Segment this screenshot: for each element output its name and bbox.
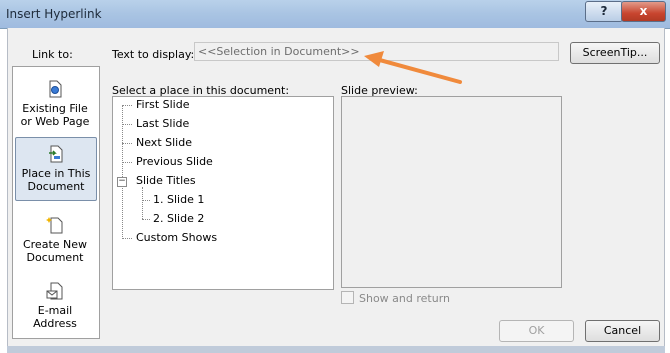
document-place-icon — [49, 145, 63, 163]
close-button[interactable]: x — [621, 1, 666, 22]
tree-item-first-slide[interactable]: First Slide — [136, 97, 190, 113]
document-globe-icon — [49, 80, 62, 98]
tree-item-slide-titles[interactable]: Slide Titles — [136, 173, 196, 189]
tree-connector — [122, 162, 132, 163]
tree-connector — [122, 238, 132, 239]
tree-item-last-slide[interactable]: Last Slide — [136, 116, 189, 132]
nav-create-new-document[interactable]: Create New Document — [15, 215, 95, 264]
nav-email-address[interactable]: E-mail Address — [15, 281, 95, 330]
document-places-tree[interactable]: First Slide Last Slide Next Slide Previo… — [112, 96, 334, 290]
tree-connector — [122, 105, 123, 239]
nav-label: Address — [33, 317, 77, 330]
nav-label: or Web Page — [20, 115, 90, 128]
nav-label: Place in This — [21, 167, 91, 180]
help-button[interactable]: ? — [585, 1, 623, 22]
ok-button[interactable]: OK — [499, 320, 574, 342]
show-and-return-checkbox[interactable]: Show and return — [341, 291, 450, 305]
new-document-icon — [46, 217, 63, 234]
cancel-button[interactable]: Cancel — [585, 320, 660, 342]
screentip-button[interactable]: ScreenTip... — [570, 42, 660, 64]
slide-preview-pane — [341, 96, 562, 288]
text-to-display-label: Text to display: — [112, 48, 195, 61]
show-and-return-label: Show and return — [359, 292, 451, 305]
window-frame-bottom — [7, 346, 665, 353]
tree-connector — [122, 105, 132, 106]
tree-connector — [122, 143, 132, 144]
tree-item-next-slide[interactable]: Next Slide — [136, 135, 192, 151]
window-title: Insert Hyperlink — [6, 7, 102, 21]
tree-item-slide-2[interactable]: 2. Slide 2 — [153, 211, 204, 227]
annotation-arrow — [364, 51, 462, 84]
nav-label: Document — [27, 180, 85, 193]
collapse-icon[interactable]: − — [117, 177, 127, 187]
link-to-panel: Existing File or Web Page Place in This … — [12, 66, 100, 339]
nav-label: Existing File — [22, 102, 88, 115]
email-icon — [46, 282, 63, 300]
tree-connector — [142, 187, 143, 219]
tree-item-slide-1[interactable]: 1. Slide 1 — [153, 192, 204, 208]
tree-connector — [122, 124, 132, 125]
nav-place-in-document[interactable]: Place in This Document — [15, 137, 97, 201]
link-to-label: Link to: — [32, 48, 73, 61]
tree-connector — [142, 200, 150, 201]
title-bar: Insert Hyperlink ? x — [0, 0, 670, 29]
nav-label: E-mail — [37, 304, 73, 317]
dialog-body — [7, 28, 665, 347]
tree-item-custom-shows[interactable]: Custom Shows — [136, 230, 217, 246]
nav-existing-file[interactable]: Existing File or Web Page — [15, 79, 95, 128]
nav-label: Create New — [22, 238, 88, 251]
tree-item-previous-slide[interactable]: Previous Slide — [136, 154, 213, 170]
tree-connector — [142, 219, 150, 220]
nav-label: Document — [26, 251, 84, 264]
checkbox-box[interactable] — [341, 291, 354, 304]
